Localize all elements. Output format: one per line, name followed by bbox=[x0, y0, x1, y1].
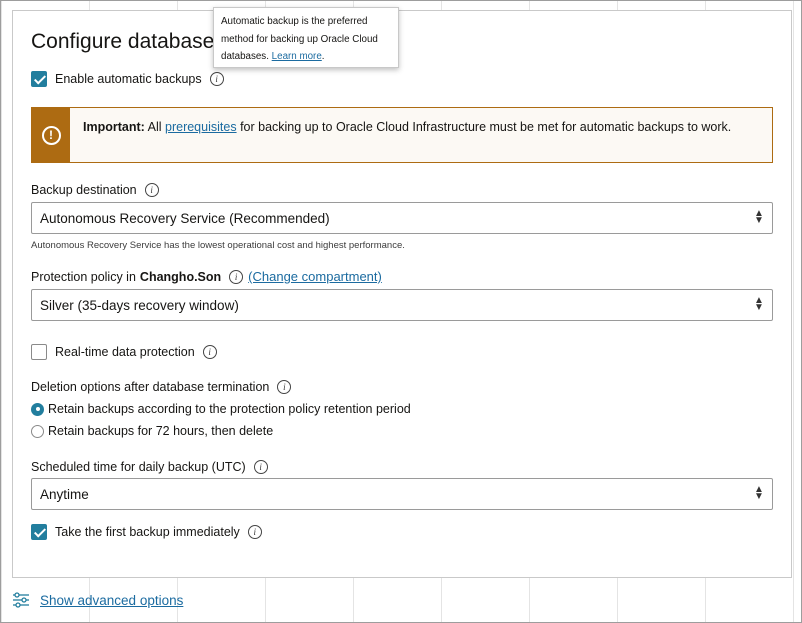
chevron-up-down-icon: ▲ ▼ bbox=[754, 295, 764, 313]
automatic-backup-tooltip: Automatic backup is the preferred method… bbox=[213, 7, 399, 68]
radio-label: Retain backups according to the protecti… bbox=[48, 402, 411, 416]
protection-policy-label: Protection policy in bbox=[31, 269, 136, 284]
warning-icon: ! bbox=[41, 125, 61, 145]
backup-destination-value: Autonomous Recovery Service (Recommended… bbox=[40, 210, 330, 226]
enable-automatic-backups-checkbox[interactable] bbox=[31, 71, 47, 87]
radio-label: Retain backups for 72 hours, then delete bbox=[48, 424, 274, 438]
chevron-up-down-icon: ▲ ▼ bbox=[754, 208, 764, 226]
info-icon[interactable]: i bbox=[247, 525, 262, 539]
enable-automatic-backups-row: Enable automatic backups i bbox=[31, 71, 224, 87]
backup-destination-select[interactable]: Autonomous Recovery Service (Recommended… bbox=[31, 202, 773, 234]
first-backup-label: Take the first backup immediately bbox=[55, 525, 240, 539]
backup-destination-help: Autonomous Recovery Service has the lowe… bbox=[31, 240, 405, 251]
protection-policy-label-row: Protection policy in Changho.Son i (Chan… bbox=[31, 269, 382, 284]
important-banner: ! Important: All prerequisites for backi… bbox=[31, 107, 773, 163]
info-icon[interactable]: i bbox=[277, 380, 292, 394]
deletion-option-72-hours[interactable]: Retain backups for 72 hours, then delete bbox=[31, 424, 273, 438]
show-advanced-options[interactable]: Show advanced options bbox=[12, 592, 183, 608]
real-time-protection-label: Real-time data protection bbox=[55, 345, 195, 359]
deletion-option-retain-policy[interactable]: Retain backups according to the protecti… bbox=[31, 402, 411, 416]
radio-button[interactable] bbox=[31, 424, 44, 438]
info-icon[interactable]: i bbox=[253, 460, 268, 474]
compartment-name: Changho.Son bbox=[139, 269, 222, 284]
banner-text-after: for backing up to Oracle Cloud Infrastru… bbox=[240, 120, 732, 134]
real-time-protection-checkbox[interactable] bbox=[31, 344, 47, 360]
deletion-options-label-row: Deletion options after database terminat… bbox=[31, 380, 292, 394]
info-icon[interactable]: i bbox=[144, 183, 159, 197]
enable-automatic-backups-label: Enable automatic backups bbox=[55, 72, 202, 86]
info-icon[interactable]: i bbox=[202, 345, 217, 359]
protection-policy-select[interactable]: Silver (35-days recovery window) ▲ ▼ bbox=[31, 289, 773, 321]
real-time-protection-row: Real-time data protection i bbox=[31, 344, 217, 360]
show-advanced-options-link[interactable]: Show advanced options bbox=[40, 593, 183, 608]
change-compartment-link[interactable]: (Change compartment) bbox=[248, 269, 382, 284]
sliders-icon bbox=[13, 592, 29, 608]
scheduled-time-select[interactable]: Anytime ▲ ▼ bbox=[31, 478, 773, 510]
banner-text-before: All bbox=[147, 120, 162, 134]
banner-icon-column: ! bbox=[32, 108, 70, 162]
deletion-options-label: Deletion options after database terminat… bbox=[31, 380, 270, 394]
backup-destination-label-row: Backup destination i bbox=[31, 183, 159, 197]
info-icon[interactable]: i bbox=[229, 269, 244, 284]
first-backup-checkbox[interactable] bbox=[31, 524, 47, 540]
first-backup-row: Take the first backup immediately i bbox=[31, 524, 262, 540]
scheduled-time-label-row: Scheduled time for daily backup (UTC) i bbox=[31, 460, 268, 474]
tooltip-text-after: . bbox=[321, 51, 325, 62]
backup-destination-label: Backup destination bbox=[31, 183, 137, 197]
chevron-up-down-icon: ▲ ▼ bbox=[754, 484, 764, 502]
radio-button[interactable] bbox=[31, 402, 44, 416]
page-title: Configure database b bbox=[31, 30, 232, 53]
prerequisites-link[interactable]: prerequisites bbox=[165, 120, 237, 134]
banner-text: Important: All prerequisites for backing… bbox=[70, 108, 743, 162]
banner-strong: Important: bbox=[83, 120, 145, 134]
protection-policy-value: Silver (35-days recovery window) bbox=[40, 297, 239, 313]
scheduled-time-label: Scheduled time for daily backup (UTC) bbox=[31, 460, 246, 474]
learn-more-link[interactable]: Learn more bbox=[272, 51, 322, 62]
scheduled-time-value: Anytime bbox=[40, 486, 89, 502]
info-icon[interactable]: i bbox=[209, 72, 224, 86]
